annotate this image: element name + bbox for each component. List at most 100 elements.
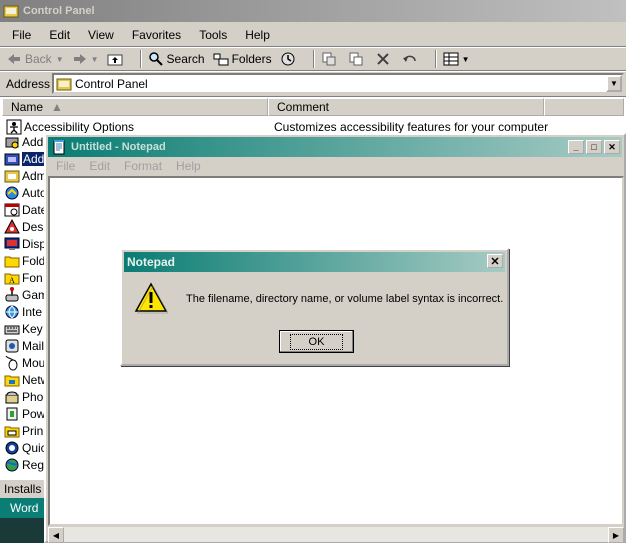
menu-view[interactable]: View bbox=[82, 28, 120, 42]
notepad-menu-file[interactable]: File bbox=[50, 159, 81, 173]
list-item-label: Disp bbox=[22, 236, 44, 251]
scroll-right-button[interactable]: ▶ bbox=[608, 527, 624, 543]
list-item[interactable]: Mou bbox=[4, 354, 44, 371]
list-item-label: Mou bbox=[22, 355, 44, 370]
list-item[interactable]: Mail bbox=[4, 337, 44, 354]
list-item-name: Accessibility Options bbox=[24, 120, 135, 134]
notepad-menu-format[interactable]: Format bbox=[118, 159, 168, 173]
notepad-titlebar[interactable]: Untitled - Notepad _ □ ✕ bbox=[48, 137, 622, 157]
minimize-button[interactable]: _ bbox=[568, 140, 584, 154]
maximize-icon: □ bbox=[591, 142, 597, 152]
list-item[interactable]: Add bbox=[4, 133, 44, 150]
list-item[interactable]: Date bbox=[4, 201, 44, 218]
address-label: Address bbox=[6, 77, 51, 91]
forward-arrow-icon bbox=[72, 51, 88, 67]
list-item[interactable]: Prin bbox=[4, 422, 44, 439]
column-header-comment[interactable]: Comment bbox=[268, 98, 544, 116]
list-item[interactable]: Add bbox=[4, 150, 44, 167]
scroll-left-button[interactable]: ◀ bbox=[48, 527, 64, 543]
list-item[interactable]: Inte bbox=[4, 303, 44, 320]
copy-to-icon bbox=[348, 51, 364, 67]
list-item-label: Reg bbox=[22, 457, 44, 472]
list-item[interactable]: A Fon bbox=[4, 269, 44, 286]
forward-dropdown-icon[interactable]: ▼ bbox=[91, 55, 99, 64]
close-button[interactable]: ✕ bbox=[604, 140, 620, 154]
notepad-title: Untitled - Notepad bbox=[71, 141, 166, 153]
list-item[interactable]: Fold bbox=[4, 252, 44, 269]
back-dropdown-icon[interactable]: ▼ bbox=[56, 55, 64, 64]
control-panel-title: Control Panel bbox=[23, 5, 95, 17]
list-item[interactable]: Quic bbox=[4, 439, 44, 456]
up-folder-button[interactable] bbox=[107, 51, 126, 67]
list-item[interactable]: Pow bbox=[4, 405, 44, 422]
copy-to-button[interactable] bbox=[348, 51, 367, 67]
minimize-icon: _ bbox=[573, 142, 579, 152]
views-dropdown-icon[interactable]: ▼ bbox=[462, 55, 470, 64]
list-item[interactable]: Adm bbox=[4, 167, 44, 184]
control-panel-titlebar[interactable]: Control Panel bbox=[0, 0, 626, 22]
list-item[interactable]: Des bbox=[4, 218, 44, 235]
list-item[interactable]: Netw bbox=[4, 371, 44, 388]
quicktime-icon bbox=[4, 440, 20, 456]
list-item-label: Auto bbox=[22, 185, 44, 200]
forward-button[interactable]: ▼ bbox=[72, 51, 99, 67]
notepad-menu-edit[interactable]: Edit bbox=[83, 159, 116, 173]
folders-icon bbox=[213, 51, 229, 67]
list-item-label: Add bbox=[22, 134, 44, 149]
move-to-button[interactable] bbox=[321, 51, 340, 67]
list-item[interactable]: Key bbox=[4, 320, 44, 337]
list-item-comment: Customizes accessibility features for yo… bbox=[274, 120, 549, 134]
regional-options-icon bbox=[4, 457, 20, 473]
list-item-label: Prin bbox=[22, 423, 44, 438]
undo-button[interactable] bbox=[402, 51, 421, 67]
folders-button[interactable]: Folders bbox=[213, 51, 272, 67]
up-folder-icon bbox=[107, 51, 123, 67]
printers-icon bbox=[4, 423, 20, 439]
address-dropdown-button[interactable]: ▼ bbox=[606, 75, 622, 92]
menu-edit[interactable]: Edit bbox=[43, 28, 76, 42]
views-button[interactable]: ▼ bbox=[443, 51, 470, 67]
list-item[interactable]: Disp bbox=[4, 235, 44, 252]
dialog-close-button[interactable]: ✕ bbox=[487, 254, 503, 268]
dialog-message: The filename, directory name, or volume … bbox=[186, 293, 504, 305]
list-item-label: Pho bbox=[22, 389, 44, 404]
search-label: Search bbox=[166, 52, 205, 66]
column-header-name[interactable]: Name ▲ bbox=[2, 98, 268, 116]
menu-help[interactable]: Help bbox=[239, 28, 276, 42]
menu-favorites[interactable]: Favorites bbox=[126, 28, 187, 42]
list-item[interactable]: Gam bbox=[4, 286, 44, 303]
address-bar: Address Control Panel ▼ bbox=[0, 72, 626, 96]
menu-tools[interactable]: Tools bbox=[193, 28, 233, 42]
search-icon bbox=[148, 51, 164, 67]
display-icon bbox=[4, 236, 20, 252]
column-name-label: Name bbox=[11, 100, 44, 114]
notepad-menu-help[interactable]: Help bbox=[170, 159, 207, 173]
add-hardware-icon bbox=[4, 134, 20, 150]
move-to-icon bbox=[321, 51, 337, 67]
list-item-label: Fon bbox=[22, 270, 43, 285]
menu-file[interactable]: File bbox=[6, 28, 37, 42]
mouse-icon bbox=[4, 355, 20, 371]
dialog-titlebar[interactable]: Notepad ✕ bbox=[124, 252, 505, 272]
notepad-menubar: File Edit Format Help bbox=[50, 157, 209, 175]
list-item[interactable]: Auto bbox=[4, 184, 44, 201]
list-item-label: Pow bbox=[22, 406, 44, 421]
ok-label: OK bbox=[289, 333, 344, 350]
address-input[interactable]: Control Panel ▼ bbox=[52, 73, 624, 94]
delete-button[interactable] bbox=[375, 51, 394, 67]
column-header-empty[interactable] bbox=[544, 98, 624, 116]
taskbar-word-label: Word bbox=[10, 501, 39, 515]
maximize-button[interactable]: □ bbox=[586, 140, 602, 154]
desktop-background bbox=[0, 518, 44, 543]
list-item[interactable]: Pho bbox=[4, 388, 44, 405]
horizontal-scrollbar[interactable]: ◀ ▶ bbox=[48, 526, 624, 543]
history-button[interactable] bbox=[280, 51, 299, 67]
search-button[interactable]: Search bbox=[148, 51, 205, 67]
back-button[interactable]: Back ▼ bbox=[6, 51, 64, 67]
toolbar-separator bbox=[139, 50, 142, 68]
taskbar-word-button[interactable]: Word bbox=[0, 498, 44, 518]
date-time-icon bbox=[4, 202, 20, 218]
history-icon bbox=[280, 51, 296, 67]
ok-button[interactable]: OK bbox=[279, 330, 354, 353]
list-item[interactable]: Reg bbox=[4, 456, 44, 473]
